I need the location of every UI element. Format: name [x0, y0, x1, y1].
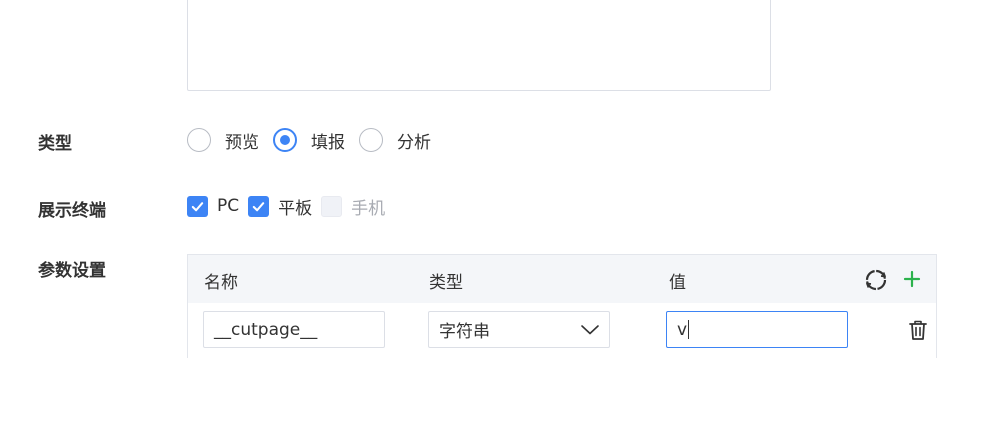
trash-icon[interactable] [906, 318, 930, 342]
type-radio-analysis[interactable]: 分析 [359, 128, 445, 153]
param-type-select[interactable]: 字符串 [428, 311, 610, 348]
column-header-value: 值 [669, 273, 686, 293]
checkbox-label: 手机 [351, 198, 386, 219]
param-name-input[interactable]: __cutpage__ [203, 311, 385, 348]
table-row: __cutpage__ 字符串 v [188, 303, 936, 358]
terminal-checkbox-pc[interactable]: PC [187, 195, 248, 217]
terminal-checkbox-phone: 手机 [321, 194, 394, 219]
param-name-value: __cutpage__ [214, 319, 318, 340]
params-label: 参数设置 [38, 261, 106, 281]
param-table: 名称 类型 值 __cutpage__ 字符串 v [187, 254, 937, 358]
check-icon [252, 201, 265, 211]
terminal-label: 展示终端 [38, 201, 106, 221]
chevron-down-icon [581, 324, 599, 334]
checkbox-label: PC [217, 196, 240, 216]
type-label: 类型 [38, 134, 72, 154]
refresh-icon[interactable] [863, 267, 889, 293]
type-radio-fill[interactable]: 填报 [273, 128, 359, 153]
checkbox-disabled [321, 195, 343, 217]
param-value-text: v [677, 319, 688, 340]
param-type-value: 字符串 [439, 322, 490, 342]
column-header-name: 名称 [204, 273, 238, 293]
description-textarea[interactable] [187, 0, 771, 91]
radio-circle[interactable] [187, 128, 211, 152]
param-value-input[interactable]: v [666, 311, 848, 348]
param-table-header: 名称 类型 值 [188, 255, 936, 303]
plus-icon[interactable] [901, 268, 923, 290]
radio-label: 分析 [397, 132, 431, 153]
type-radio-preview[interactable]: 预览 [187, 128, 273, 153]
checkbox-label: 平板 [278, 198, 313, 219]
column-header-type: 类型 [429, 273, 463, 293]
radio-label: 填报 [311, 132, 345, 153]
type-radio-group: 预览 填报 分析 [187, 127, 445, 153]
text-caret [688, 320, 690, 339]
radio-circle[interactable] [359, 128, 383, 152]
terminal-checkbox-group: PC 平板 手机 [187, 194, 394, 219]
terminal-checkbox-tablet[interactable]: 平板 [248, 194, 321, 219]
checkbox-checked[interactable] [187, 195, 208, 217]
radio-circle-checked[interactable] [273, 128, 297, 152]
checkbox-checked[interactable] [248, 195, 270, 217]
radio-label: 预览 [225, 132, 259, 153]
check-icon [191, 201, 204, 211]
